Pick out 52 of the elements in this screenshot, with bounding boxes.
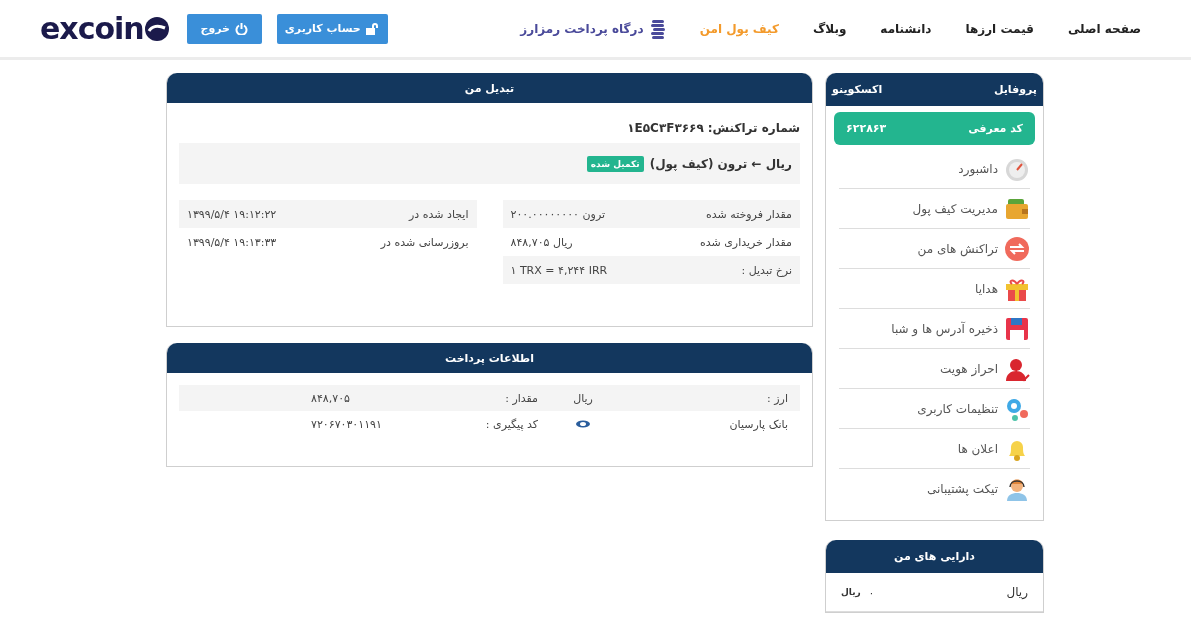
sidebar-item[interactable]: احراز هویت (839, 349, 1030, 389)
payment-label: بانک پارسیان (728, 417, 788, 431)
currency-unit: ریال (841, 587, 861, 597)
sidebar-item[interactable]: اعلان ها (839, 429, 1030, 469)
sidebar-item[interactable]: داشبورد (839, 149, 1030, 189)
detail-value: ریال ۸۴۸,۷۰۵ (510, 235, 574, 249)
transaction-label: شماره تراکنش: (707, 121, 800, 135)
sidebar-item[interactable]: تراکنش های من (839, 229, 1030, 269)
detail-label: مقدار خریداری شده (698, 235, 792, 249)
detail-label: نرخ تبدیل : (740, 263, 792, 277)
nav-link[interactable]: وبلاگ (813, 21, 847, 36)
transaction-id: ۱E۵C۳F۳۶۶۹ (627, 121, 704, 135)
payment-value: ریال (573, 391, 593, 405)
card-title: پروفایل (993, 83, 1037, 96)
exchange-pair: ریال ← ترون (کیف پول) (649, 156, 792, 171)
nav-link[interactable]: صفحه اصلی (1067, 21, 1141, 36)
payment-label: مقدار : (504, 391, 538, 405)
detail-value: ۱۳۹۹/۵/۴ ۱۹:۱۳:۳۳ (187, 235, 278, 249)
referral-label: کد معرفی (968, 122, 1023, 135)
detail-value: ۱ TRX = ۴,۲۴۴ IRR (510, 263, 609, 277)
bank-logo-icon (575, 419, 591, 429)
sidebar-item[interactable]: مدیریت کیف پول (839, 189, 1030, 229)
detail-label: ایجاد شده در (407, 207, 469, 221)
nav-link[interactable]: دانشنامه (880, 21, 932, 36)
coin-stack-icon (649, 18, 666, 39)
sidebar-item[interactable]: ذخیره آدرس ها و شبا (839, 309, 1030, 349)
status-badge: تکمیل شده (586, 155, 644, 172)
referral-code: ۶۲۲۸۶۳ (846, 122, 887, 135)
asset-name: ریال (1006, 585, 1028, 599)
detail-label: مقدار فروخته شده (705, 207, 792, 221)
payment-label: ارز : (766, 391, 788, 405)
detail-label: بروزرسانی شده در (379, 235, 469, 249)
username: اکسکوینو (832, 83, 883, 96)
card-header: تبدیل من (167, 73, 812, 103)
logo[interactable]: excoin (40, 13, 170, 44)
detail-value: ترون ۲۰۰.۰۰۰۰۰۰۰۰ (510, 207, 607, 221)
sidebar-item[interactable]: هدایا (839, 269, 1030, 309)
unlock-icon (365, 22, 380, 35)
payment-value: ۸۴۸,۷۰۵ (310, 391, 351, 405)
payment-label: کد پیگیری : (484, 417, 538, 431)
sidebar-item[interactable]: تیکت پشتیبانی (839, 469, 1030, 508)
swirl-icon (143, 15, 170, 42)
nav-link[interactable]: قیمت ارزها (965, 21, 1034, 36)
card-header: اطلاعات پرداخت (167, 343, 812, 373)
exchange-icon (1004, 235, 1030, 262)
nav-link[interactable]: درگاه پرداخت رمزارز (520, 18, 666, 39)
asset-amount: ۰ (868, 586, 875, 598)
detail-value: ۱۳۹۹/۵/۴ ۱۹:۱۲:۲۲ (187, 207, 278, 221)
payment-value: ۷۲۰۶۷۰۳۰۱۱۹۱ (310, 417, 383, 431)
power-icon (235, 22, 248, 35)
card-header: دارایی های من (826, 540, 1043, 573)
sidebar-item[interactable]: تنظیمات کاربری (839, 389, 1030, 429)
